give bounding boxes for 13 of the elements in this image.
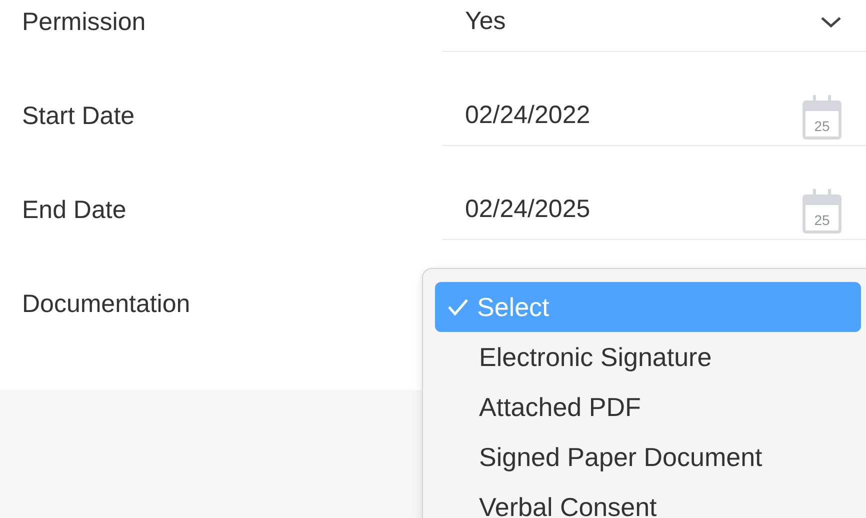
dropdown-option[interactable]: Verbal Consent: [435, 482, 861, 518]
dropdown-option[interactable]: Attached PDF: [435, 382, 861, 432]
field-label: Documentation: [21, 290, 192, 318]
chevron-down-icon: [820, 14, 842, 28]
field-label: End Date: [21, 196, 128, 224]
dropdown-option[interactable]: Signed Paper Document: [435, 432, 861, 482]
date-field[interactable]: 02/24/2022 25: [442, 86, 866, 146]
field-label: Start Date: [21, 102, 136, 130]
field-label: Permission: [21, 8, 147, 36]
check-icon: [447, 297, 469, 317]
dropdown-option[interactable]: Electronic Signature: [435, 332, 861, 382]
select-field[interactable]: Yes: [442, 0, 866, 52]
date-field[interactable]: 02/24/2025 25: [442, 180, 866, 240]
